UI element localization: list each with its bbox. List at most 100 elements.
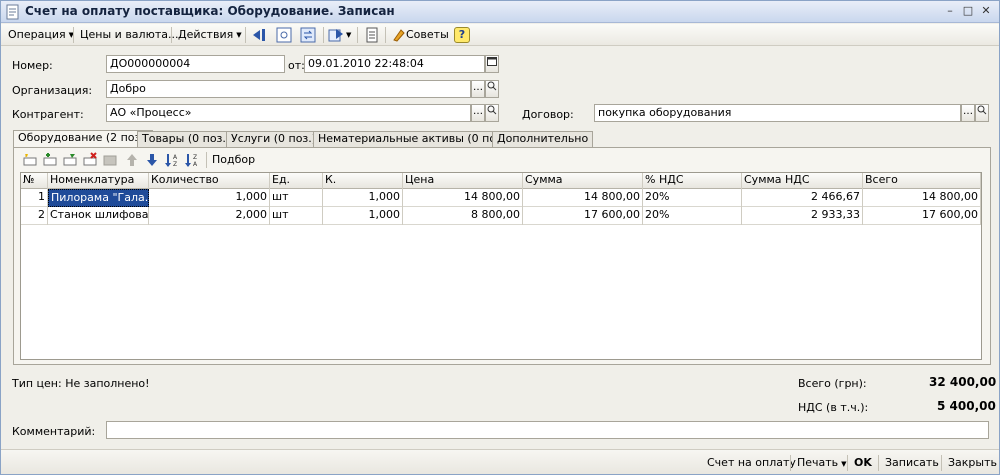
cell-number: 2 — [21, 207, 48, 225]
cell-coefficient[interactable]: 1,000 — [323, 207, 403, 225]
post-dropdown-arrow-icon[interactable]: ▼ — [343, 26, 354, 44]
col-header-coefficient[interactable]: К. — [323, 173, 403, 189]
save-button[interactable]: Записать — [885, 454, 939, 472]
help-icon: ? — [454, 27, 470, 43]
journal-icon[interactable] — [363, 26, 381, 44]
cell-vat-rate[interactable]: 20% — [643, 207, 742, 225]
cell-unit[interactable]: шт — [270, 207, 323, 225]
tab-goods[interactable]: Товары (0 поз.) — [137, 131, 236, 147]
go-back-icon[interactable] — [251, 26, 269, 44]
cell-vat-sum[interactable]: 2 466,67 — [742, 189, 863, 207]
contract-select-button[interactable]: … — [961, 104, 975, 122]
magnifier-icon — [487, 105, 497, 115]
col-header-unit[interactable]: Ед. — [270, 173, 323, 189]
actions-menu[interactable]: Действия ▼ — [175, 26, 245, 44]
tips-button[interactable]: Советы — [389, 26, 452, 44]
tab-intangible-assets[interactable]: Нематериальные активы (0 поз.) — [313, 131, 515, 147]
contract-open-button[interactable] — [975, 104, 989, 122]
document-window: Счет на оплату поставщика: Оборудование.… — [0, 0, 1000, 475]
contractor-open-button[interactable] — [485, 104, 499, 122]
cell-total[interactable]: 14 800,00 — [863, 189, 981, 207]
bottom-bar: Счет на оплату Печать ▼ OK Записать Закры… — [1, 449, 999, 474]
number-field[interactable]: ДО000000004 — [106, 55, 285, 73]
movements-icon[interactable] — [299, 26, 317, 44]
selection-button[interactable]: Подбор — [212, 153, 255, 166]
invoice-print-button[interactable]: Счет на оплату — [707, 454, 796, 472]
maximize-button[interactable]: □ — [961, 5, 975, 19]
col-header-number[interactable]: № — [21, 173, 48, 189]
tab-services[interactable]: Услуги (0 поз.) — [226, 131, 322, 147]
toolbar-separator — [245, 27, 246, 43]
toolbar-separator — [206, 152, 207, 168]
date-label: от: — [288, 59, 305, 72]
organization-select-button[interactable]: … — [471, 80, 485, 98]
price-type-link[interactable]: Тип цен: Не заполнено! — [12, 377, 150, 390]
contractor-select-button[interactable]: … — [471, 104, 485, 122]
edit-row-icon[interactable] — [62, 152, 78, 168]
magnifier-icon — [977, 105, 987, 115]
close-window-button[interactable]: ✕ — [979, 5, 993, 19]
tab-equipment[interactable]: Оборудование (2 поз.) — [13, 130, 154, 148]
copy-row-icon[interactable] — [42, 152, 58, 168]
contract-field[interactable]: покупка оборудования — [594, 104, 961, 122]
cell-vat-sum[interactable]: 2 933,33 — [742, 207, 863, 225]
calendar-button[interactable] — [485, 55, 499, 73]
cell-price[interactable]: 14 800,00 — [403, 189, 523, 207]
document-icon — [6, 4, 19, 20]
end-edit-icon[interactable] — [102, 152, 118, 168]
help-button[interactable]: ? — [453, 26, 471, 44]
table-row[interactable]: 1 Пилорама "Гала... 1,000 шт 1,000 14 80… — [21, 189, 981, 207]
organization-label: Организация: — [12, 84, 93, 97]
print-menu[interactable]: Печать ▼ — [797, 454, 847, 472]
col-header-nomenclature[interactable]: Номенклатура — [48, 173, 149, 189]
prices-currency-button[interactable]: Цены и валюта... — [77, 26, 181, 44]
cell-vat-rate[interactable]: 20% — [643, 189, 742, 207]
delete-row-icon[interactable] — [82, 152, 98, 168]
contractor-field[interactable]: АО «Процесс» — [106, 104, 471, 122]
col-header-price[interactable]: Цена — [403, 173, 523, 189]
svg-text:Z: Z — [193, 154, 197, 161]
cell-total[interactable]: 17 600,00 — [863, 207, 981, 225]
col-header-quantity[interactable]: Количество — [149, 173, 270, 189]
cell-nomenclature[interactable]: Пилорама "Гала... — [48, 189, 149, 207]
cell-unit[interactable]: шт — [270, 189, 323, 207]
cell-price[interactable]: 8 800,00 — [403, 207, 523, 225]
tab-panel: AZ ZA Подбор № Номенклатура Количество Е… — [13, 147, 991, 365]
cell-coefficient[interactable]: 1,000 — [323, 189, 403, 207]
close-button[interactable]: Закрыть — [948, 454, 997, 472]
col-header-vat-sum[interactable]: Сумма НДС — [742, 173, 863, 189]
tab-additional[interactable]: Дополнительно — [492, 131, 594, 147]
vat-value: 5 400,00 — [937, 399, 996, 413]
table-row[interactable]: 2 Станок шлифова... 2,000 шт 1,000 8 800… — [21, 207, 981, 225]
cell-nomenclature[interactable]: Станок шлифова... — [48, 207, 149, 225]
move-up-icon[interactable] — [124, 152, 140, 168]
cell-quantity[interactable]: 1,000 — [149, 189, 270, 207]
window-title: Счет на оплату поставщика: Оборудование.… — [25, 4, 395, 18]
ok-button[interactable]: OK — [854, 454, 872, 472]
toolbar-separator — [790, 455, 791, 471]
toolbar-separator — [73, 27, 74, 43]
dropdown-arrow-icon: ▼ — [841, 460, 847, 468]
cell-sum[interactable]: 17 600,00 — [523, 207, 643, 225]
goods-table: № Номенклатура Количество Ед. К. Цена Су… — [20, 172, 982, 360]
minimize-button[interactable]: – — [943, 5, 957, 19]
date-field[interactable]: 09.01.2010 22:48:04 — [304, 55, 485, 73]
toolbar-separator — [878, 455, 879, 471]
col-header-vat-rate[interactable]: % НДС — [643, 173, 742, 189]
sort-ascending-icon[interactable]: AZ — [164, 152, 180, 168]
col-header-total[interactable]: Всего — [863, 173, 981, 189]
organization-open-button[interactable] — [485, 80, 499, 98]
cell-sum[interactable]: 14 800,00 — [523, 189, 643, 207]
add-row-icon[interactable] — [22, 152, 38, 168]
structure-icon[interactable] — [275, 26, 293, 44]
toolbar-separator — [847, 455, 848, 471]
total-value: 32 400,00 — [929, 375, 997, 389]
comment-label: Комментарий: — [12, 425, 96, 438]
cell-quantity[interactable]: 2,000 — [149, 207, 270, 225]
operation-menu[interactable]: Операция ▼ — [5, 26, 77, 44]
col-header-sum[interactable]: Сумма — [523, 173, 643, 189]
sort-descending-icon[interactable]: ZA — [184, 152, 200, 168]
move-down-icon[interactable] — [144, 152, 160, 168]
comment-field[interactable] — [106, 421, 989, 439]
organization-field[interactable]: Добро — [106, 80, 471, 98]
